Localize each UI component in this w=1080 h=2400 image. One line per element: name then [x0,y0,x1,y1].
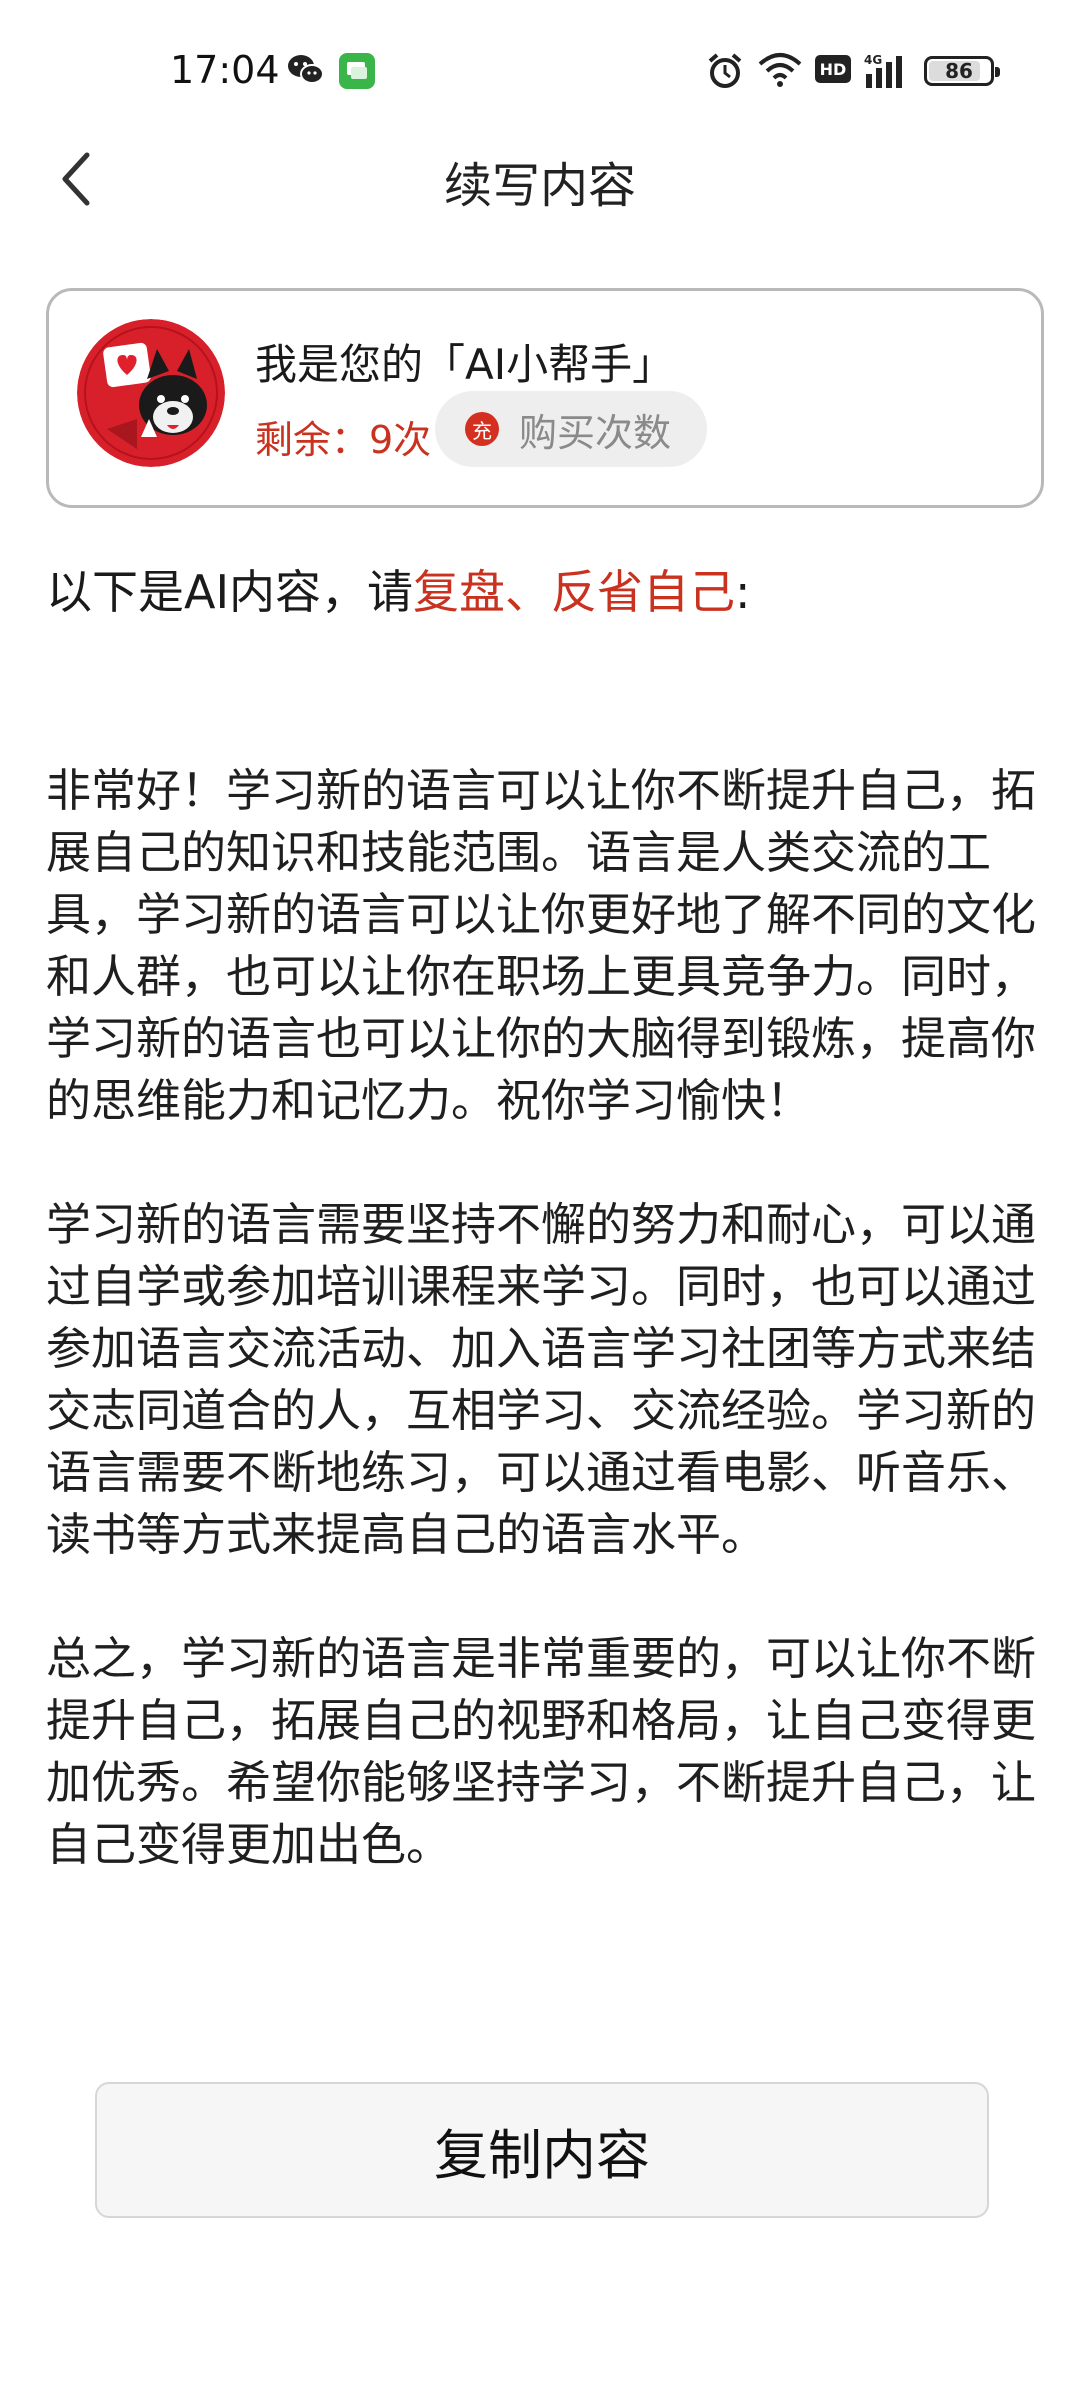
page-title: 续写内容 [443,158,636,214]
svg-text:4G: 4G [864,53,882,67]
recharge-icon: 充 [465,412,499,446]
status-time: 17:04 [170,48,280,92]
helper-title: 我是您的「AI小帮手」 [255,340,675,389]
alarm-icon [706,52,744,94]
intro-line: 以下是AI内容，请复盘、反省自己: [46,556,751,622]
battery-level: 86 [945,59,973,83]
battery-indicator: 86 [924,56,1000,86]
ai-helper-card: 我是您的「AI小帮手」 剩余：9次 充 购买次数 [46,288,1044,508]
cellular-signal-icon: 4G [864,52,916,94]
svg-text:HD: HD [820,60,847,79]
buy-times-button[interactable]: 充 购买次数 [435,391,707,467]
top-app-bar: 续写内容 [0,130,1080,230]
ai-content: 非常好！学习新的语言可以让你不断提升自己，拓展自己的知识和技能范围。语言是人类交… [46,760,1036,1938]
status-bar: 17:04 HD 4G 86 [0,0,1080,140]
remaining-count: 剩余：9次 [255,418,432,462]
intro-prefix: 以下是AI内容，请 [46,565,414,619]
message-app-icon [338,52,376,94]
content-paragraph: 学习新的语言需要坚持不懈的努力和耐心，可以通过自学或参加培训课程来学习。同时，也… [46,1198,1037,1561]
ai-helper-avatar [77,319,225,467]
buy-times-label: 购买次数 [519,410,672,455]
content-paragraph: 非常好！学习新的语言可以让你不断提升自己，拓展自己的知识和技能范围。语言是人类交… [46,764,1037,1127]
copy-content-button[interactable]: 复制内容 [95,2082,989,2218]
intro-highlight: 复盘、反省自己 [413,565,736,619]
content-paragraph: 总之，学习新的语言是非常重要的，可以让你不断提升自己，拓展自己的视野和格局，让自… [46,1632,1037,1871]
wifi-icon [758,52,802,92]
intro-suffix: : [735,565,751,619]
hd-icon: HD [814,52,852,90]
wechat-icon [286,52,326,92]
